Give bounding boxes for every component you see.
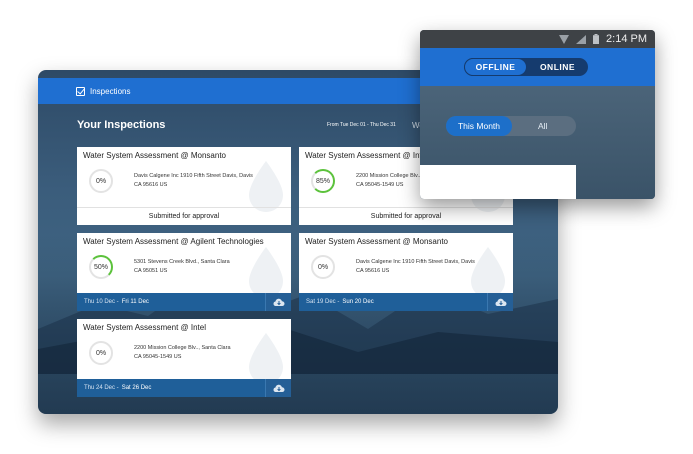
- period-filter[interactable]: This Month All: [446, 116, 576, 136]
- card-title: Water System Assessment @ Intel: [83, 323, 206, 332]
- card-status: Submitted for approval: [299, 207, 513, 225]
- inspection-card[interactable]: Water System Assessment @ Agilent Techno…: [77, 233, 291, 311]
- progress-value: 0%: [95, 349, 107, 357]
- progress-value: 0%: [95, 177, 107, 185]
- cloud-download-icon: [273, 384, 284, 392]
- address-line-1: Davis Calgene Inc 1910 Fifth Street Davi…: [134, 173, 253, 179]
- address-line-1: Davis Calgene Inc 1910 Fifth Street Davi…: [356, 259, 475, 265]
- date-start: Thu 24 Dec -: [84, 385, 119, 391]
- progress-ring: 0%: [89, 169, 113, 193]
- network-signal-icon: [576, 34, 587, 44]
- progress-ring: 85%: [311, 169, 335, 193]
- wifi-signal-icon: [559, 34, 570, 44]
- card-address: Davis Calgene Inc 1910 Fifth Street Davi…: [356, 258, 506, 275]
- date-end: Sun 20 Dec: [342, 299, 374, 305]
- page-title: Your Inspections: [77, 119, 166, 131]
- progress-value: 50%: [93, 263, 108, 271]
- address-line-2: CA 95616 US: [134, 181, 168, 188]
- progress-value: 85%: [315, 177, 330, 185]
- card-title: Water System Assessment @ Monsanto: [305, 237, 448, 246]
- inspection-card[interactable]: Water System Assessment @ Intel 0% 2200 …: [77, 319, 291, 397]
- screen: Inspections Your Inspections From Tue De…: [0, 0, 693, 454]
- filter-this-month[interactable]: This Month: [446, 116, 512, 136]
- address-line-1: 5301 Stevens Creek Blvd., Santa Clara: [134, 259, 230, 265]
- date-end: Sat 26 Dec: [121, 385, 152, 391]
- filter-all[interactable]: All: [538, 116, 547, 136]
- card-address: Davis Calgene Inc 1910 Fifth Street Davi…: [134, 172, 284, 189]
- download-button[interactable]: [265, 379, 291, 397]
- progress-ring: 0%: [311, 255, 335, 279]
- progress-ring: 50%: [89, 255, 113, 279]
- address-line-2: CA 95045-1549 US: [134, 353, 182, 360]
- cloud-download-icon: [273, 298, 284, 306]
- date-start: Thu 10 Dec -: [84, 299, 119, 305]
- offline-toggle[interactable]: OFFLINE: [464, 58, 527, 76]
- card-date-bar: Sat 19 Dec - Sun 20 Dec: [299, 293, 513, 311]
- inspection-card[interactable]: Water System Assessment @ Monsanto 0% Da…: [299, 233, 513, 311]
- date-range-label: From Tue Dec 01 - Thu Dec 31: [327, 122, 396, 128]
- checkbox-icon: [76, 86, 85, 96]
- inspection-card[interactable]: Water System Assessment @ Monsanto 0% Da…: [77, 147, 291, 225]
- card-status: Submitted for approval: [77, 207, 291, 225]
- address-line-2: CA 95051 US: [134, 267, 168, 274]
- status-time: 2:14 PM: [606, 33, 647, 45]
- address-line-1: 2200 Mission College Blv.., Santa Clara: [134, 345, 231, 351]
- card-address: 2200 Mission College Blv.., Santa Clara …: [134, 344, 284, 361]
- date-end: Fri 11 Dec: [121, 299, 149, 305]
- card-preview: [420, 165, 576, 199]
- mode-bar: OFFLINE ONLINE: [420, 48, 655, 86]
- address-line-2: CA 95616 US: [356, 267, 390, 274]
- status-bar: 2:14 PM: [420, 30, 655, 48]
- card-title: Water System Assessment @ Monsanto: [83, 151, 226, 160]
- progress-value: 0%: [317, 263, 329, 271]
- download-button[interactable]: [487, 293, 513, 311]
- mode-toggle[interactable]: OFFLINE ONLINE: [464, 58, 588, 76]
- mobile-app-window: 2:14 PM OFFLINE ONLINE This Month All: [420, 30, 655, 199]
- card-title: Water System Assessment @ Intel: [305, 151, 428, 160]
- cloud-download-icon: [495, 298, 506, 306]
- online-toggle[interactable]: ONLINE: [527, 58, 588, 76]
- card-date-bar: Thu 24 Dec - Sat 26 Dec: [77, 379, 291, 397]
- card-title: Water System Assessment @ Agilent Techno…: [83, 237, 264, 246]
- progress-ring: 0%: [89, 341, 113, 365]
- card-address: 5301 Stevens Creek Blvd., Santa Clara CA…: [134, 258, 284, 275]
- battery-icon: [593, 34, 600, 44]
- date-start: Sat 19 Dec -: [306, 299, 340, 305]
- download-button[interactable]: [265, 293, 291, 311]
- app-header-title: Inspections: [90, 86, 131, 96]
- card-date-bar: Thu 10 Dec - Fri 11 Dec: [77, 293, 291, 311]
